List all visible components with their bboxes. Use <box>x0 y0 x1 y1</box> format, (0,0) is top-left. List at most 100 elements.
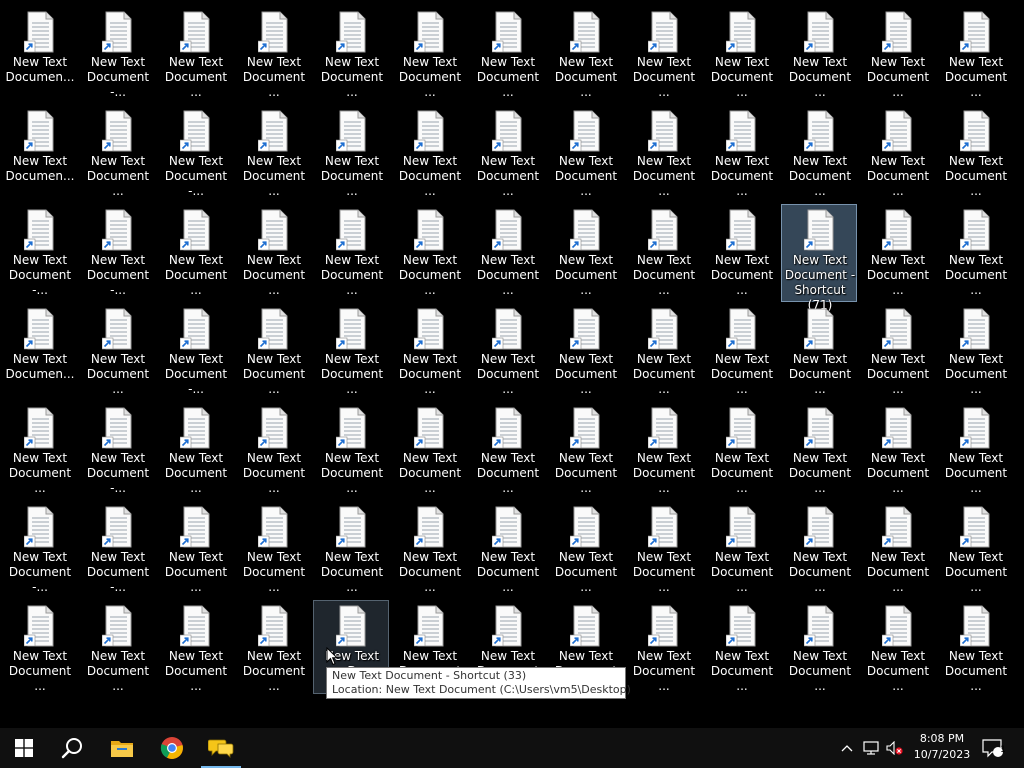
desktop-shortcut[interactable]: New Text Document ... <box>937 204 1013 298</box>
desktop-shortcut[interactable]: New Text Document ... <box>937 303 1013 397</box>
desktop-shortcut[interactable]: New Text Document ... <box>625 6 701 100</box>
desktop-shortcut[interactable]: New Text Document ... <box>313 204 389 298</box>
desktop-shortcut[interactable]: New Text Document -... <box>1 501 77 595</box>
desktop-shortcut[interactable]: New Text Document ... <box>781 501 857 595</box>
desktop-shortcut[interactable]: New Text Document ... <box>157 501 233 595</box>
desktop-shortcut[interactable]: New Text Document ... <box>859 303 935 397</box>
desktop-shortcut[interactable]: New Text Document ... <box>313 402 389 496</box>
search-button[interactable] <box>48 728 96 768</box>
desktop-shortcut[interactable]: New Text Document ... <box>469 303 545 397</box>
desktop-shortcut[interactable]: New Text Document ... <box>391 6 467 100</box>
desktop-shortcut[interactable]: New Text Document ... <box>313 6 389 100</box>
desktop-shortcut[interactable]: New Text Document ... <box>547 501 623 595</box>
start-button[interactable] <box>0 728 48 768</box>
desktop-shortcut[interactable]: New Text Documen... <box>1 105 77 199</box>
desktop-shortcut[interactable]: New Text Document ... <box>547 204 623 298</box>
desktop-shortcut[interactable]: New Text Documen... <box>1 6 77 100</box>
desktop-shortcut[interactable]: New Text Document ... <box>391 204 467 298</box>
desktop-shortcut[interactable]: New Text Document ... <box>235 501 311 595</box>
desktop-shortcut[interactable]: New Text Document ... <box>157 402 233 496</box>
desktop-shortcut[interactable]: New Text Document ... <box>859 105 935 199</box>
desktop-shortcut[interactable]: New Text Document ... <box>937 402 1013 496</box>
desktop-shortcut[interactable]: New Text Document ... <box>625 600 701 694</box>
chrome-button[interactable] <box>148 728 196 768</box>
desktop-shortcut[interactable]: New Text Document ... <box>79 600 155 694</box>
clock[interactable]: 8:08 PM 10/7/2023 <box>912 731 972 763</box>
desktop-shortcut[interactable]: New Text Documen... <box>1 303 77 397</box>
desktop[interactable]: New Text Documen... New Text Document -..… <box>0 0 1024 728</box>
desktop-shortcut[interactable]: New Text Document ... <box>625 402 701 496</box>
desktop-shortcut[interactable]: New Text Document -... <box>157 303 233 397</box>
desktop-shortcut[interactable]: New Text Document ... <box>937 501 1013 595</box>
desktop-shortcut[interactable]: New Text Document ... <box>703 6 779 100</box>
desktop-shortcut[interactable]: New Text Document ... <box>391 105 467 199</box>
desktop-shortcut[interactable]: New Text Document ... <box>79 303 155 397</box>
desktop-shortcut[interactable]: New Text Document ... <box>859 600 935 694</box>
desktop-shortcut[interactable]: New Text Document -... <box>157 105 233 199</box>
desktop-shortcut[interactable]: New Text Document ... <box>235 600 311 694</box>
desktop-shortcut[interactable]: New Text Document ... <box>781 600 857 694</box>
desktop-shortcut[interactable]: New Text Document -... <box>79 402 155 496</box>
desktop-shortcut[interactable]: New Text Document ... <box>859 501 935 595</box>
desktop-shortcut[interactable]: New Text Document ... <box>469 6 545 100</box>
desktop-shortcut[interactable]: New Text Document ... <box>703 204 779 298</box>
desktop-shortcut[interactable]: New Text Document ... <box>391 303 467 397</box>
desktop-shortcut[interactable]: New Text Document ... <box>157 6 233 100</box>
desktop-shortcut[interactable]: New Text Document ... <box>703 501 779 595</box>
desktop-shortcut[interactable]: New Text Document ... <box>79 105 155 199</box>
desktop-shortcut[interactable]: New Text Document ... <box>703 402 779 496</box>
desktop-shortcut[interactable]: New Text Document ... <box>1 600 77 694</box>
desktop-shortcut[interactable]: New Text Document ... <box>469 105 545 199</box>
desktop-shortcut[interactable]: New Text Document -... <box>1 204 77 298</box>
desktop-shortcut[interactable]: New Text Document ... <box>469 204 545 298</box>
desktop-shortcut[interactable]: New Text Document ... <box>625 105 701 199</box>
desktop-shortcut[interactable]: New Text Document ... <box>547 402 623 496</box>
desktop-shortcut[interactable]: New Text Document ... <box>235 303 311 397</box>
desktop-shortcut[interactable]: New Text Document ... <box>781 303 857 397</box>
desktop-shortcut[interactable]: New Text Document ... <box>703 303 779 397</box>
network-button[interactable] <box>860 728 882 768</box>
desktop-shortcut[interactable]: New Text Document ... <box>235 402 311 496</box>
desktop-shortcut-label: New Text Document ... <box>242 352 306 396</box>
desktop-shortcut[interactable]: New Text Document ... <box>547 105 623 199</box>
desktop-shortcut[interactable]: New Text Document ... <box>937 6 1013 100</box>
desktop-shortcut[interactable]: New Text Document ... <box>469 501 545 595</box>
desktop-shortcut[interactable]: New Text Document ... <box>703 105 779 199</box>
desktop-shortcut[interactable]: New Text Document -... <box>79 6 155 100</box>
file-explorer-button[interactable] <box>98 728 146 768</box>
desktop-shortcut[interactable]: New Text Document ... <box>859 402 935 496</box>
desktop-shortcut-label: New Text Document ... <box>554 154 618 198</box>
desktop-shortcut[interactable]: New Text Document ... <box>937 105 1013 199</box>
desktop-shortcut[interactable]: New Text Document ... <box>391 501 467 595</box>
desktop-shortcut[interactable]: New Text Document ... <box>547 303 623 397</box>
desktop-shortcut[interactable]: New Text Document ... <box>781 402 857 496</box>
desktop-shortcut[interactable]: New Text Document -... <box>79 204 155 298</box>
app-button[interactable] <box>197 728 245 768</box>
desktop-shortcut[interactable]: New Text Document ... <box>235 204 311 298</box>
desktop-shortcut[interactable]: New Text Document ... <box>703 600 779 694</box>
desktop-shortcut[interactable]: New Text Document ... <box>859 204 935 298</box>
desktop-shortcut[interactable]: New Text Document ... <box>859 6 935 100</box>
desktop-shortcut[interactable]: New Text Document ... <box>313 303 389 397</box>
desktop-shortcut[interactable]: New Text Document ... <box>313 501 389 595</box>
show-hidden-icons-button[interactable] <box>836 728 858 768</box>
desktop-shortcut[interactable]: New Text Document ... <box>625 501 701 595</box>
notifications-button[interactable]: 1 <box>978 728 1008 768</box>
desktop-shortcut[interactable]: New Text Document ... <box>547 6 623 100</box>
desktop-shortcut[interactable]: New Text Document ... <box>235 105 311 199</box>
desktop-shortcut[interactable]: New Text Document ... <box>625 303 701 397</box>
desktop-shortcut[interactable]: New Text Document ... <box>781 105 857 199</box>
desktop-shortcut[interactable]: New Text Document - Shortcut (71) <box>781 204 857 312</box>
desktop-shortcut[interactable]: New Text Document ... <box>469 402 545 496</box>
desktop-shortcut[interactable]: New Text Document -... <box>79 501 155 595</box>
desktop-shortcut[interactable]: New Text Document ... <box>157 600 233 694</box>
desktop-shortcut[interactable]: New Text Document ... <box>937 600 1013 694</box>
desktop-shortcut[interactable]: New Text Document ... <box>781 6 857 100</box>
desktop-shortcut[interactable]: New Text Document ... <box>157 204 233 298</box>
desktop-shortcut[interactable]: New Text Document ... <box>1 402 77 496</box>
desktop-shortcut[interactable]: New Text Document ... <box>625 204 701 298</box>
desktop-shortcut[interactable]: New Text Document ... <box>391 402 467 496</box>
desktop-shortcut[interactable]: New Text Document ... <box>313 105 389 199</box>
volume-button[interactable] <box>884 728 906 768</box>
desktop-shortcut[interactable]: New Text Document ... <box>235 6 311 100</box>
